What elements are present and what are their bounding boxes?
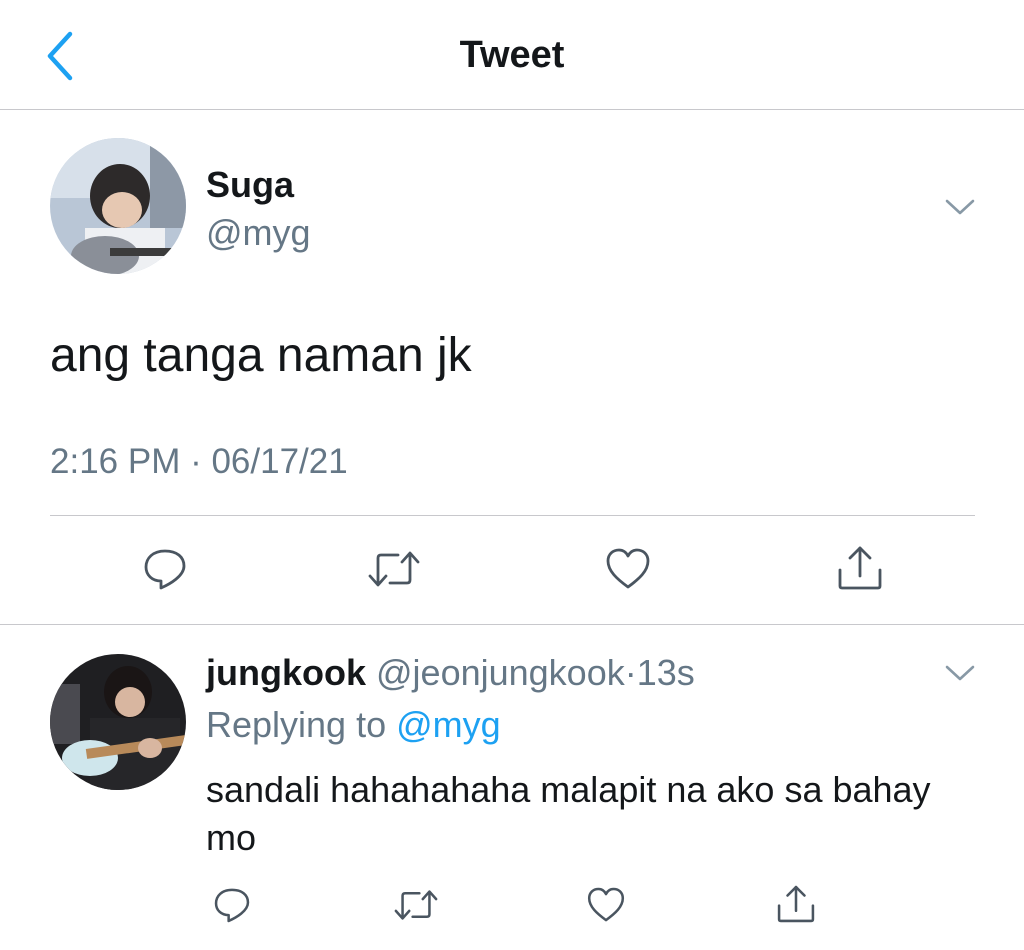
tweet-options-button[interactable] xyxy=(944,196,976,223)
reply-like-button[interactable] xyxy=(585,884,627,931)
meta-separator: · xyxy=(624,652,637,693)
avatar-image xyxy=(50,654,186,790)
replying-to: Replying to @myg xyxy=(206,704,501,746)
nav-bar: Tweet xyxy=(0,0,1024,110)
avatar-suga[interactable] xyxy=(50,138,186,274)
reply-reply-button[interactable] xyxy=(211,884,253,931)
author-handle[interactable]: @myg xyxy=(206,212,311,254)
share-button[interactable] xyxy=(834,542,886,599)
author-name[interactable]: Suga xyxy=(206,164,294,206)
reply-author-name[interactable]: jungkook xyxy=(206,652,366,693)
avatar-image xyxy=(50,138,186,274)
chevron-down-icon xyxy=(945,199,975,215)
chevron-down-icon xyxy=(945,665,975,681)
tweet-text: ang tanga naman jk xyxy=(50,329,472,382)
page-title: Tweet xyxy=(459,34,565,76)
reply-button[interactable] xyxy=(140,544,190,599)
retweet-icon xyxy=(394,890,438,920)
like-button[interactable] xyxy=(603,544,653,599)
reply-icon xyxy=(214,888,250,923)
avatar-jungkook[interactable] xyxy=(50,654,186,790)
reply-share-button[interactable] xyxy=(774,882,818,931)
reply-header: jungkook @jeonjungkook·13s xyxy=(206,652,695,694)
tweet-timestamp[interactable]: 2:16 PM · 06/17/21 xyxy=(50,442,348,482)
reply-time[interactable]: 13s xyxy=(637,652,695,693)
replying-to-mention[interactable]: @myg xyxy=(396,704,501,745)
retweet-button[interactable] xyxy=(366,544,422,599)
reply-options-button[interactable] xyxy=(944,662,976,689)
heart-icon xyxy=(606,548,650,589)
share-icon xyxy=(838,546,882,590)
share-icon xyxy=(777,885,815,923)
divider xyxy=(0,624,1024,625)
reply-retweet-button[interactable] xyxy=(392,884,440,931)
reply-text: sandali hahahahaha malapit na ako sa bah… xyxy=(206,769,931,858)
reply-icon xyxy=(144,549,186,590)
retweet-icon xyxy=(368,551,420,587)
divider xyxy=(50,515,975,516)
replying-to-label: Replying to xyxy=(206,704,387,745)
heart-icon xyxy=(587,887,625,922)
reply-author-handle[interactable]: @jeonjungkook xyxy=(376,652,625,693)
